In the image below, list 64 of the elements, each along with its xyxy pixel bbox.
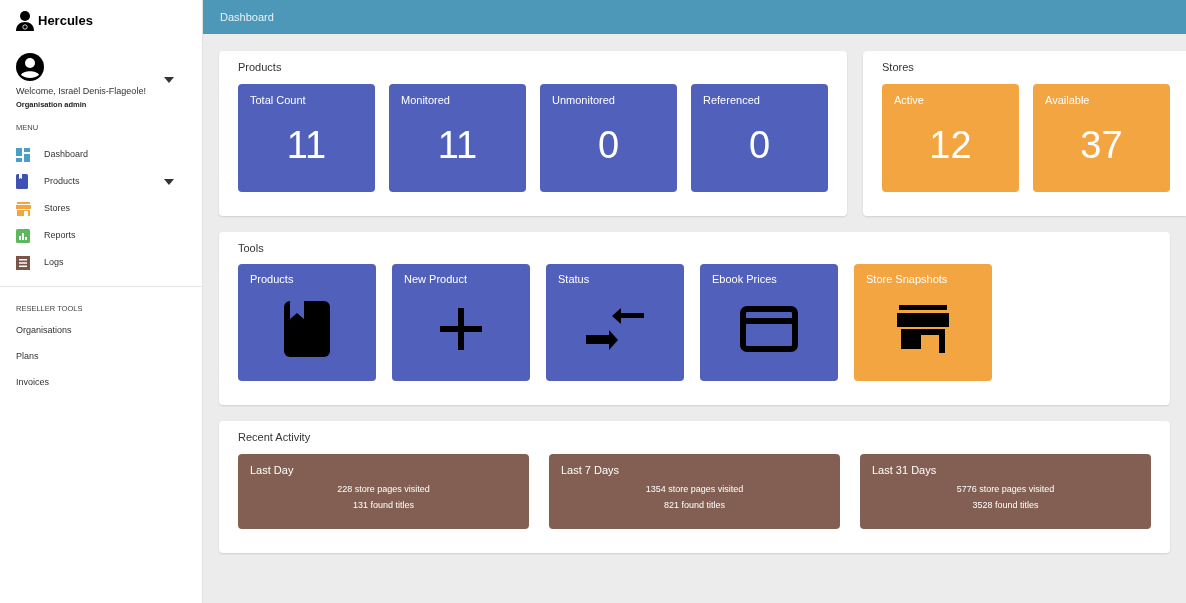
page-title: Dashboard — [220, 9, 274, 25]
found-titles: 821 found titles — [662, 498, 726, 512]
card-title: Recent Activity — [238, 430, 312, 445]
card-title: Stores — [882, 60, 915, 75]
pages-visited: 228 store pages visited — [336, 483, 431, 496]
bar-chart-icon — [16, 228, 30, 243]
stat-tile[interactable]: Referenced 0 — [691, 83, 828, 192]
menu-item[interactable]: Stores — [0, 195, 202, 222]
menu-item[interactable]: Plans — [16, 350, 186, 377]
stat-label: Unmonitored — [552, 92, 616, 108]
book-icon — [284, 301, 330, 358]
pages-visited: 1354 store pages visited — [644, 483, 745, 496]
brand-name: Hercules — [38, 12, 93, 31]
card-icon — [740, 306, 798, 353]
menu-item[interactable]: Reports — [0, 222, 202, 249]
person-logo-icon — [16, 11, 34, 31]
store-icon — [16, 201, 31, 216]
user-menu-button[interactable] — [164, 77, 174, 83]
found-titles: 131 found titles — [351, 498, 415, 512]
activity-label: Last 7 Days — [561, 462, 621, 478]
card-title: Tools — [238, 240, 265, 256]
menu-item[interactable]: Organisations — [16, 324, 186, 351]
tool-label: Ebook Prices — [712, 272, 778, 287]
stat-value: 37 — [1079, 126, 1124, 164]
menu-item[interactable]: Logs — [0, 249, 202, 276]
stat-label: Active — [894, 92, 925, 108]
plus-icon — [440, 308, 482, 351]
welcome-text: Welcome, Israël Denis-Flageole! — [16, 85, 147, 98]
stat-tile[interactable]: Unmonitored 0 — [540, 83, 677, 192]
tool-tile[interactable]: New Product — [392, 264, 530, 381]
stat-value: 11 — [285, 126, 328, 164]
tool-label: Status — [558, 272, 591, 287]
list-icon — [16, 255, 30, 270]
book-icon — [16, 174, 28, 189]
card-title: Products — [238, 60, 283, 75]
menu-item[interactable]: Invoices — [16, 376, 186, 403]
store-icon — [897, 305, 949, 354]
stat-tile[interactable]: Total Count 11 — [238, 83, 375, 192]
activity-label: Last 31 Days — [872, 462, 938, 478]
arrows-icon — [586, 308, 644, 351]
stat-label: Available — [1045, 92, 1091, 108]
pages-visited: 5776 store pages visited — [955, 483, 1056, 496]
stat-value: 11 — [436, 126, 479, 164]
tool-tile[interactable]: Ebook Prices — [700, 264, 838, 381]
dashboard-icon — [16, 147, 30, 162]
tool-label: Products — [250, 272, 295, 287]
stat-value: 12 — [928, 126, 973, 164]
tool-tile[interactable]: Products — [238, 264, 376, 381]
tool-tile[interactable]: Status — [546, 264, 684, 381]
found-titles: 3528 found titles — [971, 498, 1040, 512]
tool-label: Store Snapshots — [866, 272, 949, 287]
stat-tile[interactable]: Monitored 11 — [389, 83, 526, 192]
menu-item[interactable]: Products — [0, 168, 202, 195]
stat-label: Monitored — [401, 92, 451, 108]
tool-label: New Product — [404, 272, 468, 287]
stat-value: 0 — [747, 126, 772, 164]
caret-icon — [164, 178, 174, 185]
menu-item[interactable]: Dashboard — [0, 141, 202, 168]
stat-label: Total Count — [250, 92, 307, 108]
stat-value: 0 — [596, 126, 621, 164]
activity-label: Last Day — [250, 462, 295, 478]
caret-icon — [164, 77, 174, 83]
stat-label: Referenced — [703, 92, 761, 108]
avatar-icon — [16, 53, 44, 81]
